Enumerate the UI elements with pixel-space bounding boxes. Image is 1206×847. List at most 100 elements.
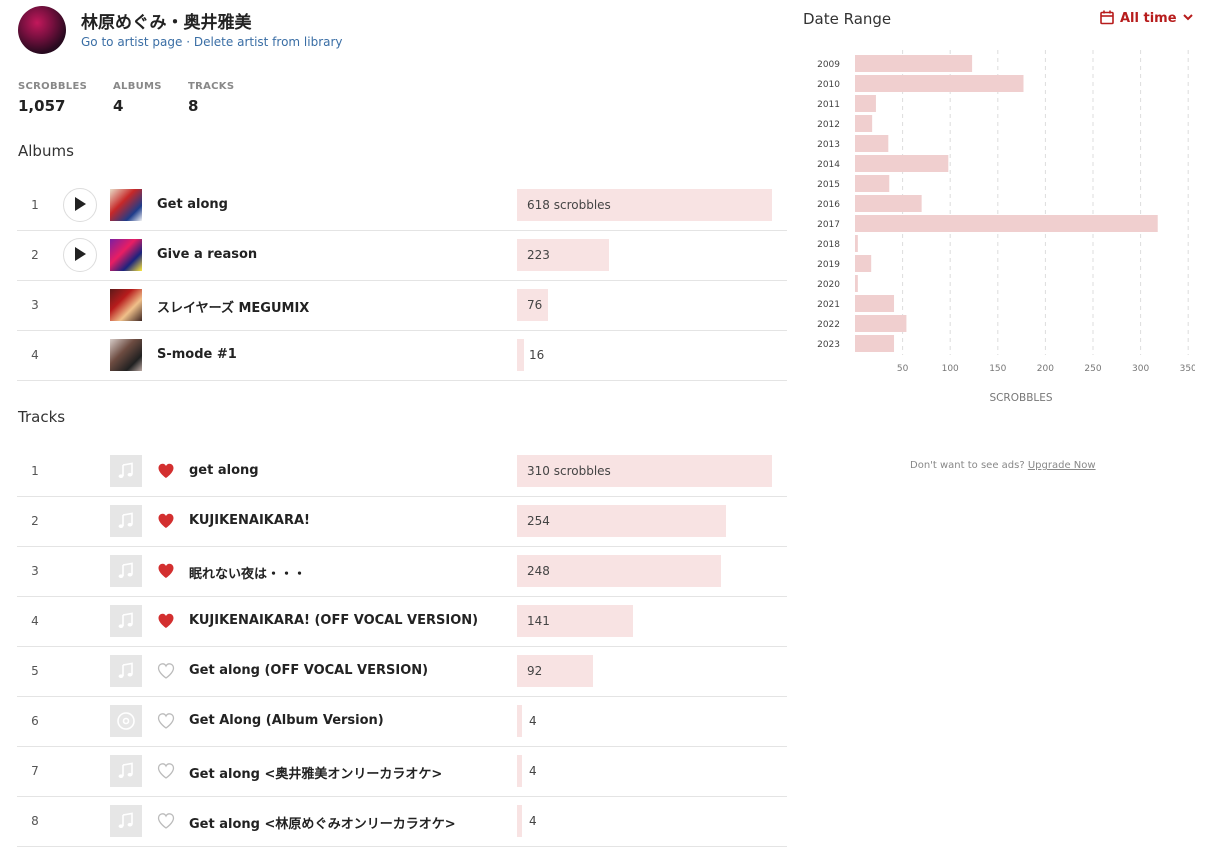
- album-row[interactable]: 3 スレイヤーズ MEGUMIX 76: [17, 280, 787, 331]
- scrobble-bar-fill: [517, 339, 524, 371]
- play-icon: [75, 247, 86, 261]
- heart-outline-icon[interactable]: [157, 812, 175, 830]
- music-note-icon: [118, 462, 133, 478]
- album-cover[interactable]: [110, 239, 142, 271]
- chart-tick-label: 150: [989, 364, 1006, 374]
- chart-year-label: 2022: [817, 320, 840, 330]
- stat-scrobbles: SCROBBLES 1,057: [18, 81, 87, 115]
- albums-section-title: Albums: [18, 142, 74, 160]
- chart-year-label: 2009: [817, 60, 840, 70]
- date-range-dropdown[interactable]: All time: [1100, 10, 1193, 26]
- chart-year-label: 2021: [817, 300, 840, 310]
- delete-artist-link[interactable]: Delete artist from library: [194, 35, 343, 49]
- chart-tick-label: 300: [1132, 364, 1149, 374]
- track-row[interactable]: 8 Get along <林原めぐみオンリーカラオケ> 4: [17, 796, 787, 847]
- music-note-icon: [118, 512, 133, 528]
- album-row[interactable]: 1 Get along 618 scrobbles: [17, 180, 787, 231]
- scrobble-count: 4: [529, 714, 537, 728]
- track-row[interactable]: 2 KUJIKENAIKARA! 254: [17, 496, 787, 547]
- track-artwork-placeholder: [110, 555, 142, 587]
- track-row[interactable]: 5 Get along (OFF VOCAL VERSION) 92: [17, 646, 787, 697]
- heart-outline-icon[interactable]: [157, 662, 175, 680]
- scrobble-count: 4: [529, 814, 537, 828]
- loved-heart-icon[interactable]: [157, 462, 175, 480]
- album-title[interactable]: S-mode #1: [157, 347, 237, 362]
- chart-bar: [855, 295, 895, 312]
- chart-year-label: 2015: [817, 180, 840, 190]
- track-row[interactable]: 4 KUJIKENAIKARA! (OFF VOCAL VERSION) 141: [17, 596, 787, 647]
- chart-bar: [855, 75, 1024, 92]
- chart-tick-label: 250: [1084, 364, 1101, 374]
- track-title[interactable]: 眠れない夜は・・・: [189, 563, 306, 582]
- artist-avatar[interactable]: [18, 6, 66, 54]
- loved-heart-icon[interactable]: [157, 512, 175, 530]
- play-icon: [75, 197, 86, 211]
- track-artwork-placeholder: [110, 655, 142, 687]
- artist-links: Go to artist page · Delete artist from l…: [81, 35, 343, 49]
- album-cover[interactable]: [110, 189, 142, 221]
- chart-bar: [855, 135, 889, 152]
- go-to-artist-page-link[interactable]: Go to artist page: [81, 35, 182, 49]
- play-button[interactable]: [63, 188, 97, 222]
- scrobble-count: 141: [527, 614, 550, 628]
- play-button[interactable]: [63, 238, 97, 272]
- scrobble-bar: 223: [517, 239, 772, 271]
- track-rank: 5: [31, 664, 39, 678]
- chart-tick-label: 350: [1180, 364, 1195, 374]
- album-cover[interactable]: [110, 289, 142, 321]
- scrobble-count: 92: [527, 664, 543, 678]
- stat-value: 4: [113, 97, 124, 115]
- track-row[interactable]: 3 眠れない夜は・・・ 248: [17, 546, 787, 597]
- chart-bar: [855, 95, 876, 112]
- scrobble-bar-fill: [517, 755, 522, 787]
- track-title[interactable]: Get along (OFF VOCAL VERSION): [189, 663, 428, 678]
- chart-year-label: 2019: [817, 260, 840, 270]
- loved-heart-icon[interactable]: [157, 612, 175, 630]
- calendar-icon: [1100, 10, 1114, 25]
- track-title[interactable]: Get Along (Album Version): [189, 713, 384, 728]
- heart-outline-icon[interactable]: [157, 712, 175, 730]
- chart-year-label: 2012: [817, 120, 840, 130]
- scrobble-bar-fill: [517, 805, 522, 837]
- track-rank: 2: [31, 514, 39, 528]
- track-title[interactable]: Get along <奥井雅美オンリーカラオケ>: [189, 763, 442, 782]
- chart-bar: [855, 215, 1158, 232]
- scrobble-count: 618 scrobbles: [527, 198, 611, 212]
- album-title[interactable]: スレイヤーズ MEGUMIX: [157, 297, 309, 316]
- track-rank: 4: [31, 614, 39, 628]
- track-title[interactable]: KUJIKENAIKARA!: [189, 513, 310, 528]
- chart-year-label: 2023: [817, 340, 840, 350]
- chart-bar: [855, 315, 907, 332]
- link-separator: ·: [182, 35, 194, 49]
- music-note-icon: [118, 812, 133, 828]
- album-cover[interactable]: [110, 339, 142, 371]
- album-rank: 2: [31, 248, 39, 262]
- album-title[interactable]: Give a reason: [157, 247, 257, 262]
- stat-tracks: TRACKS 8: [188, 81, 234, 115]
- chart-tick-label: 50: [897, 364, 909, 374]
- track-artwork-placeholder: [110, 455, 142, 487]
- upgrade-now-link[interactable]: Upgrade Now: [1028, 460, 1096, 471]
- tracks-section-title: Tracks: [18, 408, 66, 426]
- heart-outline-icon[interactable]: [157, 762, 175, 780]
- chart-bar: [855, 255, 872, 272]
- track-row[interactable]: 1 get along 310 scrobbles: [17, 446, 787, 497]
- track-title[interactable]: KUJIKENAIKARA! (OFF VOCAL VERSION): [189, 613, 478, 628]
- loved-heart-icon[interactable]: [157, 562, 175, 580]
- chart-tick-label: 100: [942, 364, 959, 374]
- stat-value: 8: [188, 97, 199, 115]
- chart-bar: [855, 115, 873, 132]
- track-title[interactable]: Get along <林原めぐみオンリーカラオケ>: [189, 813, 456, 832]
- scrobble-bar: 4: [517, 755, 772, 787]
- track-row[interactable]: 7 Get along <奥井雅美オンリーカラオケ> 4: [17, 746, 787, 797]
- scrobble-count: 76: [527, 298, 543, 312]
- album-title[interactable]: Get along: [157, 197, 228, 212]
- album-row[interactable]: 2 Give a reason 223: [17, 230, 787, 281]
- track-row[interactable]: 6 Get Along (Album Version) 4: [17, 696, 787, 747]
- scrobble-count: 223: [527, 248, 550, 262]
- track-title[interactable]: get along: [189, 463, 259, 478]
- disc-icon: [117, 712, 135, 730]
- chart-year-label: 2020: [817, 280, 840, 290]
- stat-value: 1,057: [18, 97, 66, 115]
- album-row[interactable]: 4 S-mode #1 16: [17, 330, 787, 381]
